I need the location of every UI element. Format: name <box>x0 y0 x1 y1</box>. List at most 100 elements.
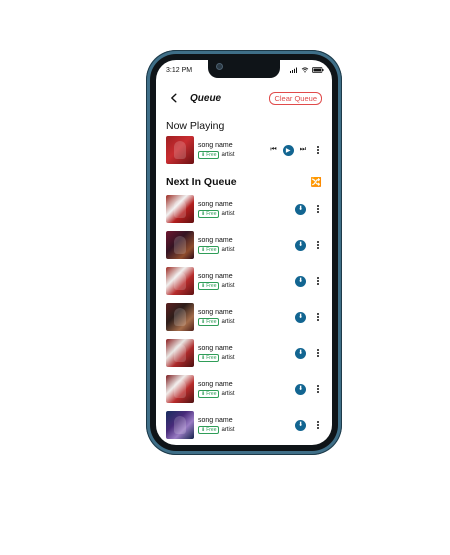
back-arrow-icon[interactable] <box>166 90 182 106</box>
track-info: song name ⬇ Free artist <box>198 417 295 434</box>
download-small-icon: ⬇ <box>201 390 206 397</box>
list-item[interactable]: song name ⬇ Free artist ⬇ <box>166 227 322 263</box>
artist-name: artist <box>221 426 235 433</box>
queue-list: song name ⬇ Free artist ⬇ song name ⬇ Fr… <box>166 191 322 443</box>
list-item[interactable]: song name ⬇ Free artist ⬇ <box>166 407 322 443</box>
song-name: song name <box>198 141 233 149</box>
more-vertical-icon[interactable] <box>314 241 322 249</box>
download-icon[interactable]: ⬇ <box>295 347 306 359</box>
song-name: song name <box>198 308 233 316</box>
list-item[interactable]: song name ⬇ Free artist ⬇ <box>166 371 322 407</box>
free-label: Free <box>206 426 217 433</box>
phone-frame: 3:12 PM Queue Clear Queue Now Playing so… <box>146 50 342 455</box>
song-name: song name <box>198 380 233 388</box>
free-label: Free <box>206 246 217 253</box>
download-icon[interactable]: ⬇ <box>295 419 306 431</box>
more-vertical-icon[interactable] <box>314 313 322 321</box>
track-meta: ⬇ Free artist <box>198 389 295 398</box>
queue-header: Next In Queue 🔀 <box>166 176 322 188</box>
previous-track-icon[interactable]: ⏮ <box>270 146 276 154</box>
now-playing-heading: Now Playing <box>166 120 225 132</box>
artist-name: artist <box>221 151 235 158</box>
download-small-icon: ⬇ <box>201 318 206 325</box>
track-meta: ⬇ Free artist <box>198 209 295 218</box>
free-label: Free <box>206 318 217 325</box>
play-icon[interactable]: ▶ <box>282 144 294 156</box>
more-vertical-icon[interactable] <box>314 349 322 357</box>
download-icon[interactable]: ⬇ <box>295 383 306 395</box>
track-meta: ⬇ Free artist <box>198 425 295 434</box>
more-vertical-icon[interactable] <box>314 277 322 285</box>
song-name: song name <box>198 344 233 352</box>
album-art <box>166 411 194 439</box>
player-controls: ⏮ ▶ ⏭ <box>270 144 306 156</box>
track-meta: ⬇ Free artist <box>198 150 270 159</box>
phone-screen: 3:12 PM Queue Clear Queue Now Playing so… <box>156 60 332 445</box>
track-info: song name ⬇ Free artist <box>198 201 295 218</box>
artist-name: artist <box>221 282 235 289</box>
artist-name: artist <box>221 354 235 361</box>
more-vertical-icon[interactable] <box>314 385 322 393</box>
free-label: Free <box>206 151 217 158</box>
queue-screen: Queue Clear Queue Now Playing song name … <box>156 82 332 445</box>
list-item[interactable]: song name ⬇ Free artist ⬇ <box>166 299 322 335</box>
download-small-icon: ⬇ <box>201 426 206 433</box>
album-art <box>166 267 194 295</box>
track-info: song name ⬇ Free artist <box>198 309 295 326</box>
song-name: song name <box>198 272 233 280</box>
free-badge: ⬇ Free <box>198 425 220 434</box>
list-item[interactable]: song name ⬇ Free artist ⬇ <box>166 191 322 227</box>
download-icon[interactable]: ⬇ <box>295 239 306 251</box>
free-badge: ⬇ Free <box>198 317 220 326</box>
status-icons <box>290 67 324 73</box>
list-item[interactable]: song name ⬇ Free artist ⬇ <box>166 335 322 371</box>
song-name: song name <box>198 416 233 424</box>
download-icon[interactable]: ⬇ <box>295 275 306 287</box>
signal-icon <box>290 67 297 73</box>
status-time: 3:12 PM <box>166 66 193 74</box>
artist-name: artist <box>221 318 235 325</box>
download-icon[interactable]: ⬇ <box>295 203 306 215</box>
song-name: song name <box>198 200 233 208</box>
list-item[interactable]: song name ⬇ Free artist ⬇ <box>166 263 322 299</box>
album-art <box>166 136 194 164</box>
download-small-icon: ⬇ <box>201 151 206 158</box>
track-info: song name ⬇ Free artist <box>198 237 295 254</box>
top-bar: Queue Clear Queue <box>166 86 322 110</box>
free-badge: ⬇ Free <box>198 353 220 362</box>
wifi-icon <box>301 67 309 73</box>
shuffle-icon[interactable]: 🔀 <box>311 177 322 188</box>
clear-queue-button[interactable]: Clear Queue <box>269 91 322 105</box>
free-label: Free <box>206 210 217 217</box>
track-meta: ⬇ Free artist <box>198 281 295 290</box>
free-label: Free <box>206 354 217 361</box>
more-vertical-icon[interactable] <box>314 146 322 154</box>
status-bar: 3:12 PM <box>156 60 332 80</box>
download-small-icon: ⬇ <box>201 210 206 217</box>
more-vertical-icon[interactable] <box>314 421 322 429</box>
phone-bezel: 3:12 PM Queue Clear Queue Now Playing so… <box>150 54 338 451</box>
now-playing-track: song name ⬇ Free artist ⏮ ▶ ⏭ <box>166 132 322 168</box>
free-label: Free <box>206 282 217 289</box>
track-info: song name ⬇ Free artist <box>198 345 295 362</box>
battery-icon <box>312 67 324 73</box>
next-track-icon[interactable]: ⏭ <box>300 146 306 154</box>
track-meta: ⬇ Free artist <box>198 245 295 254</box>
track-info: song name ⬇ Free artist <box>198 273 295 290</box>
album-art <box>166 231 194 259</box>
album-art <box>166 375 194 403</box>
free-badge: ⬇ Free <box>198 245 220 254</box>
page-title: Queue <box>190 92 222 104</box>
artist-name: artist <box>221 390 235 397</box>
free-badge: ⬇ Free <box>198 281 220 290</box>
free-badge: ⬇ Free <box>198 389 220 398</box>
free-badge: ⬇ Free <box>198 209 220 218</box>
track-meta: ⬇ Free artist <box>198 317 295 326</box>
album-art <box>166 303 194 331</box>
download-icon[interactable]: ⬇ <box>295 311 306 323</box>
more-vertical-icon[interactable] <box>314 205 322 213</box>
download-small-icon: ⬇ <box>201 282 206 289</box>
song-name: song name <box>198 236 233 244</box>
download-small-icon: ⬇ <box>201 354 206 361</box>
free-label: Free <box>206 390 217 397</box>
